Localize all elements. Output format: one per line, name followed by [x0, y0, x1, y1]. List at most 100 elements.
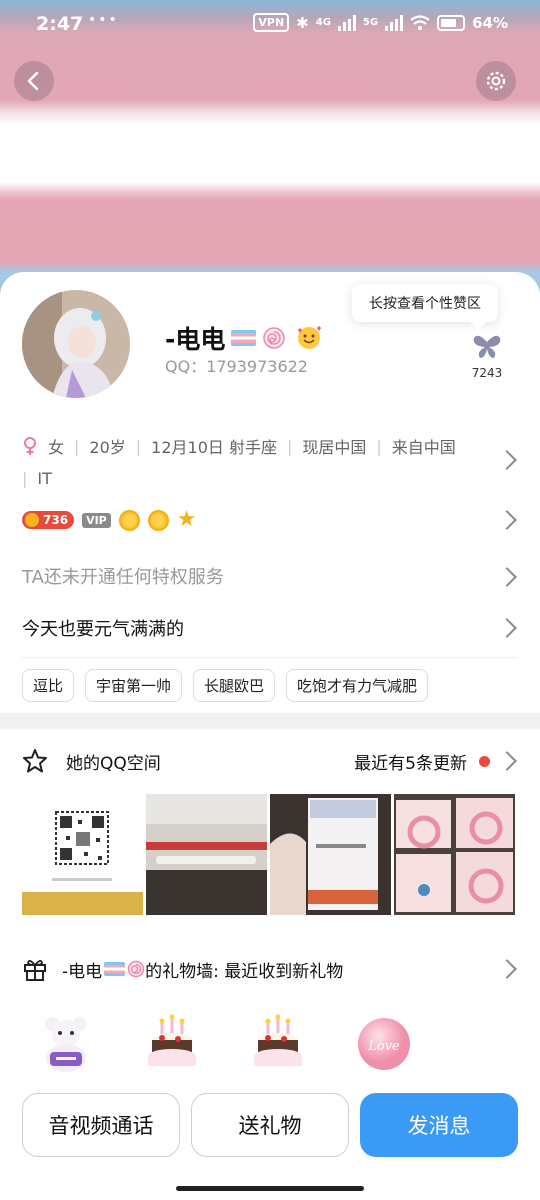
trans-flag-icon	[231, 330, 257, 346]
network-5g-label: 5G	[362, 17, 379, 28]
level-badge: 736	[22, 511, 75, 529]
info-separator: |	[376, 436, 382, 456]
qq-space-title: 她的QQ空间	[66, 753, 161, 774]
smiling-face-hearts-icon	[298, 326, 322, 349]
teddy-bear-icon	[45, 1017, 87, 1072]
signal-icon	[337, 14, 356, 31]
star-level-icon: ★	[176, 507, 197, 532]
sun-level-icon	[147, 509, 169, 531]
like-button[interactable]: 7243	[465, 334, 509, 380]
info-separator: |	[22, 468, 28, 488]
tag-item[interactable]: 吃饱才有力气减肥	[286, 669, 429, 702]
section-separator	[0, 713, 540, 729]
signature-text: 今天也要元气满满的	[22, 619, 184, 640]
battery-percent: 64%	[472, 13, 508, 32]
profile-name: -电电	[165, 320, 322, 356]
battery-icon	[437, 14, 466, 31]
send-gift-label: 送礼物	[238, 1114, 302, 1138]
video-call-label: 音视频通话	[48, 1114, 154, 1138]
birthday-cake-icon	[148, 1014, 196, 1066]
info-age: 20岁	[89, 438, 126, 457]
level-number: 736	[43, 513, 69, 527]
gift-wall-owner: -电电	[62, 961, 103, 982]
gift-item-cake[interactable]	[250, 1014, 306, 1072]
lollipop-icon	[127, 960, 145, 978]
love-ball-text: Love	[367, 1039, 400, 1054]
info-location: 现居中国	[302, 438, 367, 457]
send-gift-button[interactable]: 送礼物	[191, 1093, 349, 1157]
tag-list: 逗比 宇宙第一帅 长腿欧巴 吃饱才有力气减肥	[22, 669, 429, 702]
send-message-label: 发消息	[407, 1114, 471, 1138]
wifi-icon	[410, 14, 430, 30]
space-photo[interactable]	[146, 794, 267, 915]
privilege-text: TA还未开通任何特权服务	[22, 567, 224, 588]
likes-tooltip-text: 长按查看个性赞区	[369, 296, 481, 312]
divider	[22, 657, 518, 658]
info-separator: |	[286, 436, 293, 456]
gift-wall-title: 的礼物墙: 最近收到新礼物	[145, 961, 344, 982]
gift-wall-header[interactable]: -电电 的礼物墙: 最近收到新礼物	[22, 955, 518, 983]
status-indicators: VPN ✱ 4G 5G 64%	[253, 13, 508, 32]
level-badges: 736 VIP ★	[22, 509, 196, 531]
qr-code-image	[22, 794, 143, 915]
medicine-photo	[146, 794, 267, 915]
info-birthday: 12月10日 射手座	[151, 438, 277, 457]
space-photo[interactable]	[22, 794, 143, 915]
personal-info-row-2: | IT	[22, 466, 518, 490]
qq-space-update: 最近有5条更新	[354, 753, 467, 774]
profile-name-text: -电电	[165, 325, 226, 354]
medicine-box-photo	[270, 794, 391, 915]
female-icon	[24, 437, 36, 455]
settings-button[interactable]	[476, 61, 516, 101]
avatar-image	[22, 290, 130, 398]
coin-icon	[25, 513, 39, 527]
info-separator: |	[74, 436, 80, 456]
status-more-dots: •••	[88, 12, 119, 28]
info-gender: 女	[48, 438, 65, 457]
personal-info-row[interactable]: 女 | 20岁 | 12月10日 射手座 | 现居中国 | 来自中国	[22, 434, 518, 458]
gift-item-love-ball[interactable]: Love	[356, 1014, 412, 1072]
gift-list: Love	[38, 1014, 412, 1072]
signature-row[interactable]: 今天也要元气满满的	[22, 615, 518, 641]
gift-icon	[24, 960, 46, 981]
info-occupation: IT	[37, 468, 52, 488]
birthday-cake-icon	[254, 1014, 302, 1066]
space-photo[interactable]	[394, 794, 515, 915]
sun-level-icon	[118, 509, 140, 531]
level-row[interactable]: 736 VIP ★	[22, 508, 518, 532]
qq-number: QQ：1793973622	[165, 357, 308, 376]
qq-space-photos	[22, 794, 515, 915]
send-message-button[interactable]: 发消息	[360, 1093, 518, 1157]
star-outline-icon	[23, 749, 47, 773]
tag-item[interactable]: 长腿欧巴	[193, 669, 276, 702]
vpn-badge: VPN	[253, 13, 290, 32]
home-indicator[interactable]	[176, 1186, 364, 1191]
butterfly-icon	[473, 335, 501, 358]
update-dot	[479, 755, 490, 767]
back-button[interactable]	[14, 61, 54, 101]
network-4g-label: 4G	[315, 17, 331, 28]
love-ball-icon: Love	[358, 1018, 410, 1070]
bluetooth-icon: ✱	[296, 13, 309, 32]
progynova-box-photo	[394, 794, 515, 915]
status-bar: 2:47 ••• VPN ✱ 4G 5G 64%	[0, 0, 540, 50]
signal-icon	[385, 14, 404, 31]
like-count: 7243	[471, 366, 503, 380]
info-hometown: 来自中国	[391, 438, 456, 457]
vip-badge: VIP	[82, 512, 111, 528]
info-separator: |	[135, 436, 142, 456]
qq-space-header[interactable]: 她的QQ空间 最近有5条更新	[22, 747, 518, 775]
space-photo[interactable]	[270, 794, 391, 915]
status-time: 2:47	[36, 13, 84, 35]
tag-item[interactable]: 宇宙第一帅	[85, 669, 183, 702]
video-call-button[interactable]: 音视频通话	[22, 1093, 180, 1157]
privilege-row[interactable]: TA还未开通任何特权服务	[22, 564, 518, 588]
tag-item[interactable]: 逗比	[22, 669, 75, 702]
trans-flag-icon	[104, 962, 126, 976]
likes-tooltip: 长按查看个性赞区	[352, 284, 498, 330]
chevron-left-icon	[27, 71, 39, 91]
avatar[interactable]	[22, 290, 130, 398]
gift-item-cake[interactable]	[144, 1014, 200, 1072]
lollipop-icon	[263, 327, 286, 349]
gift-item-bear[interactable]	[38, 1014, 94, 1072]
